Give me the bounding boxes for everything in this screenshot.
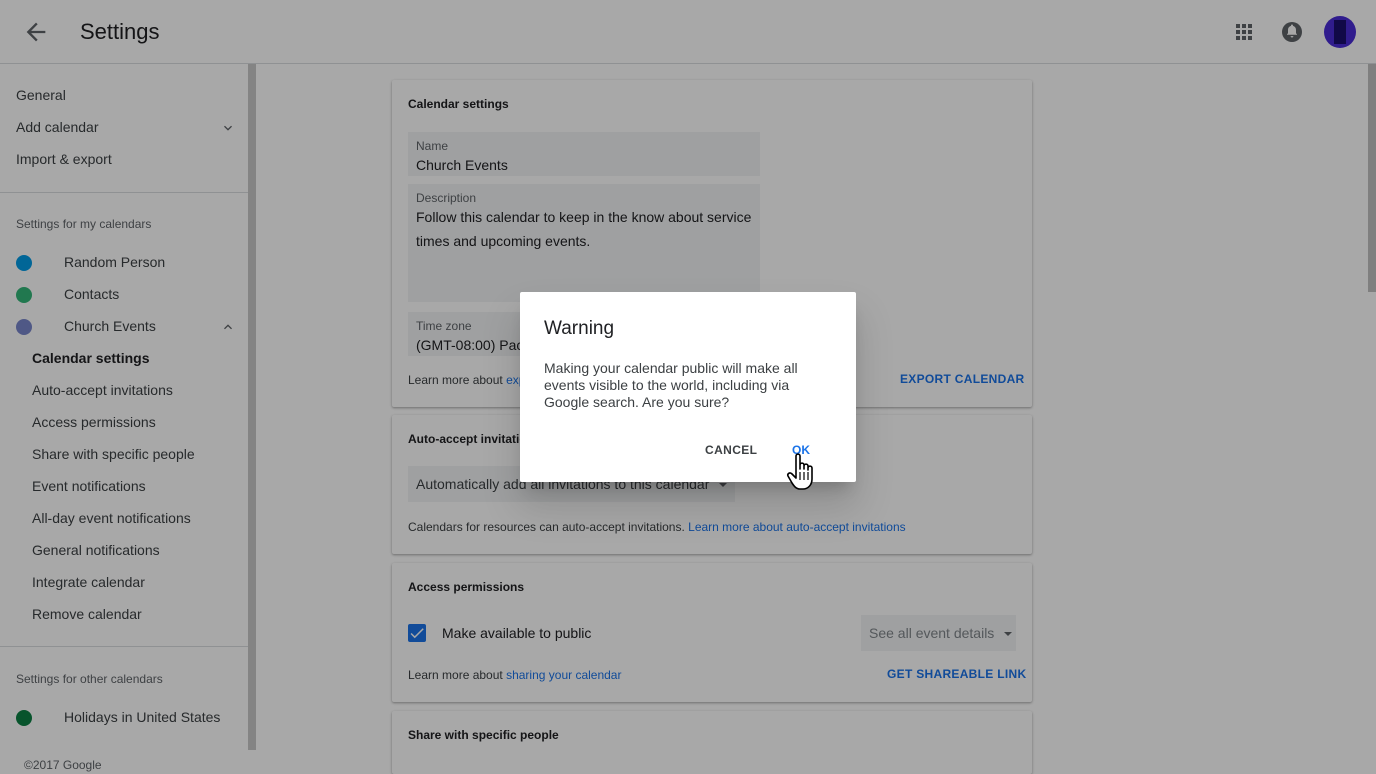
dialog-message: Making your calendar public will make al… — [544, 360, 798, 410]
cancel-button[interactable]: CANCEL — [705, 443, 757, 457]
hand-cursor-icon — [786, 453, 813, 490]
dialog-title: Warning — [544, 318, 615, 339]
